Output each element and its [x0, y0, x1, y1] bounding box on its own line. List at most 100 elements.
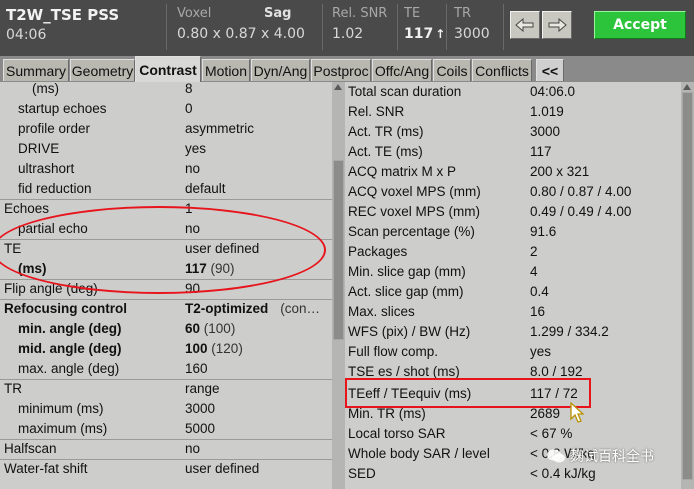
param-value: 60 (100) [185, 321, 235, 336]
row-divider [0, 439, 332, 440]
previous-button[interactable] [510, 11, 540, 39]
watermark-text: 麴试百科全书 [570, 449, 654, 465]
param-label: minimum (ms) [18, 401, 104, 416]
accept-button[interactable]: Accept [594, 11, 686, 39]
info-value: 16 [530, 304, 546, 319]
mouse-pointer-icon [570, 402, 584, 423]
scroll-up-icon[interactable] [683, 84, 691, 90]
param-label: Water-fat shift [4, 461, 88, 476]
param-value: user defined [185, 461, 260, 476]
row-divider [0, 199, 332, 200]
info-value: 8.0 / 192 [530, 364, 583, 379]
info-label: Packages [348, 244, 408, 259]
info-label: Min. slice gap (mm) [348, 264, 466, 279]
param-label: ultrashort [18, 161, 75, 176]
info-value: < 0.4 kJ/kg [530, 466, 596, 481]
left-scrollbar[interactable] [332, 82, 345, 489]
tr-value: 3000 [454, 26, 490, 42]
param-value-default: (120) [211, 341, 243, 356]
tab-conflicts[interactable]: Conflicts [472, 59, 532, 81]
param-label: startup echoes [18, 101, 107, 116]
arrow-right-icon [548, 18, 567, 32]
param-value: no [185, 441, 201, 456]
info-label: Act. TR (ms) [348, 124, 424, 139]
info-label: Rel. SNR [348, 104, 405, 119]
param-value: asymmetric [185, 121, 255, 136]
header-divider [397, 4, 398, 50]
info-label: Whole body SAR / level [348, 446, 490, 461]
param-value: 8 [185, 82, 193, 96]
param-label: min. angle (deg) [18, 321, 122, 336]
info-label: Act. slice gap (mm) [348, 284, 464, 299]
tr-label: TR [454, 6, 471, 21]
param-label: Echoes [4, 201, 50, 216]
info-value: yes [530, 344, 552, 359]
voxel-value: 0.80 x 0.87 x 4.00 [177, 26, 305, 42]
info-label: Act. TE (ms) [348, 144, 423, 159]
header-divider [166, 4, 167, 50]
tab-contrast[interactable]: Contrast [135, 56, 201, 82]
info-value: 1.299 / 334.2 [530, 324, 609, 339]
info-label: REC voxel MPS (mm) [348, 204, 481, 219]
row-divider [0, 379, 332, 380]
annotation-box [345, 378, 591, 408]
arrow-left-icon [515, 18, 534, 32]
scan-name: T2W_TSE PSS [6, 6, 120, 24]
te-value: 117 ↑ [404, 26, 445, 42]
info-value: 4 [530, 264, 538, 279]
param-value: 160 [185, 361, 208, 376]
info-value: 04:06.0 [530, 84, 576, 99]
info-label: ACQ voxel MPS (mm) [348, 184, 481, 199]
info-value: 91.6 [530, 224, 557, 239]
info-value: 3000 [530, 124, 561, 139]
param-value: 5000 [185, 421, 216, 436]
info-label: Full flow comp. [348, 344, 439, 359]
orientation-value: Sag [264, 6, 292, 21]
tab-dyn-ang[interactable]: Dyn/Ang [251, 59, 310, 81]
param-value: 3000 [185, 401, 216, 416]
tab-geometry[interactable]: Geometry [70, 59, 135, 81]
param-value: 100 (120) [185, 341, 243, 356]
tab-postproc[interactable]: Postproc [311, 59, 371, 81]
info-label: WFS (pix) / BW (Hz) [348, 324, 471, 339]
info-value: 1.019 [530, 104, 564, 119]
voxel-label: Voxel [177, 6, 212, 21]
arrow-up-icon: ↑ [435, 27, 446, 41]
right-scrollbar-thumb[interactable] [682, 92, 693, 480]
info-value: 2 [530, 244, 538, 259]
param-label: mid. angle (deg) [18, 341, 122, 356]
info-label: Total scan duration [348, 84, 462, 99]
header-divider [322, 4, 323, 50]
info-value: 0.49 / 0.49 / 4.00 [530, 204, 632, 219]
param-label: max. angle (deg) [18, 361, 120, 376]
scan-time: 04:06 [6, 27, 47, 43]
param-value-main: 60 [185, 321, 201, 336]
tab-summary[interactable]: Summary [3, 59, 69, 81]
next-button[interactable] [542, 11, 572, 39]
left-scrollbar-thumb[interactable] [333, 160, 344, 340]
scan-info-panel: Total scan duration 04:06.0 Rel. SNR 1.019… [345, 82, 689, 489]
param-label: Halfscan [4, 441, 57, 456]
param-value-default: (100) [203, 321, 236, 336]
param-label: (ms) [32, 82, 59, 96]
row-divider [0, 459, 332, 460]
snr-label: Rel. SNR [332, 6, 388, 21]
info-label: ACQ matrix M x P [348, 164, 457, 179]
info-label: SED [348, 466, 376, 481]
tab-motion[interactable]: Motion [202, 59, 250, 81]
param-value: default [185, 181, 226, 196]
te-label: TE [404, 6, 421, 21]
collapse-tabs-button[interactable]: << [536, 59, 564, 81]
param-value: no [185, 161, 201, 176]
param-value-main: T2-optimized [185, 301, 269, 316]
param-label: fid reduction [18, 181, 92, 196]
scroll-up-icon[interactable] [334, 84, 342, 90]
right-scrollbar[interactable] [681, 82, 694, 489]
watermark: 麴试百科全书 [546, 446, 654, 466]
tab-offc-ang[interactable]: Offc/Ang [372, 59, 432, 81]
param-label: maximum (ms) [18, 421, 108, 436]
wechat-icon [547, 449, 565, 463]
info-label: TSE es / shot (ms) [348, 364, 460, 379]
tab-coils[interactable]: Coils [433, 59, 471, 81]
info-label: Local torso SAR [348, 426, 446, 441]
